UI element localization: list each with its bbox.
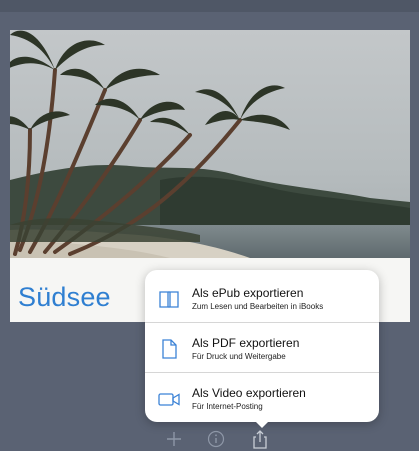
share-button[interactable] [248, 428, 272, 450]
menu-divider [145, 322, 379, 323]
book-icon [159, 291, 179, 308]
popover-arrow [252, 418, 272, 428]
export-popover: Als ePub exportieren Zum Lesen und Bearb… [145, 270, 379, 422]
info-button[interactable] [204, 428, 228, 450]
export-epub-option[interactable]: Als ePub exportieren Zum Lesen und Bearb… [145, 274, 379, 324]
document-icon [162, 339, 177, 359]
export-video-subtitle: Für Internet-Posting [192, 402, 263, 411]
export-epub-subtitle: Zum Lesen und Bearbeiten in iBooks [192, 302, 324, 311]
export-pdf-option[interactable]: Als PDF exportieren Für Druck und Weiter… [145, 324, 379, 374]
export-video-label: Als Video exportieren [192, 386, 306, 400]
video-camera-icon [158, 393, 180, 406]
menu-divider [145, 372, 379, 373]
export-epub-label: Als ePub exportieren [192, 286, 304, 300]
book-title: Südsee [18, 282, 111, 312]
cover-photo [10, 30, 410, 258]
info-icon [207, 430, 225, 448]
top-bar [0, 0, 419, 12]
plus-icon [167, 432, 181, 446]
export-video-option[interactable]: Als Video exportieren Für Internet-Posti… [145, 374, 379, 424]
add-button[interactable] [162, 428, 186, 450]
export-pdf-label: Als PDF exportieren [192, 336, 300, 350]
share-icon [253, 430, 267, 449]
export-pdf-subtitle: Für Druck und Weitergabe [192, 352, 286, 361]
